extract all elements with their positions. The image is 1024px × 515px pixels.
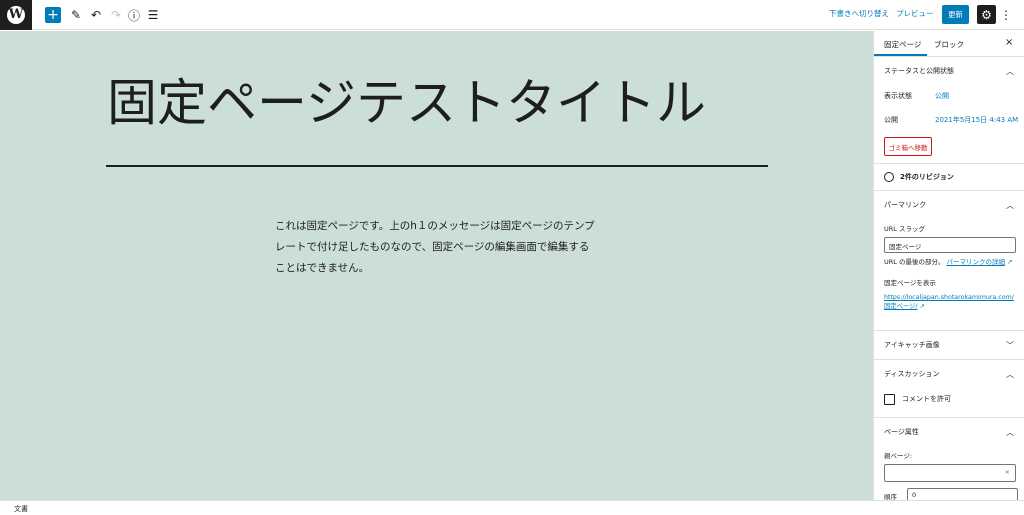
undo-icon[interactable]: ↶ <box>89 6 103 24</box>
visibility-label: 表示状態 <box>884 92 912 100</box>
sidebar-tabs: 固定ページ ブロック × <box>874 31 1024 57</box>
page-url-line2[interactable]: 固定ページ/ <box>884 303 917 310</box>
tab-page[interactable]: 固定ページ <box>874 39 928 56</box>
revisions-link[interactable]: 2件のリビジョン <box>874 164 1024 190</box>
more-options-icon[interactable]: ⋮ <box>1000 6 1012 24</box>
featured-image-panel: アイキャッチ画像 ﹀ <box>874 331 1024 360</box>
page-attributes-heading[interactable]: ページ属性 <box>874 418 1024 446</box>
editor-canvas: 固定ページテストタイトル これは固定ページです。上のh１のメッセージは固定ページ… <box>0 31 873 500</box>
paragraph-block[interactable]: これは固定ページです。上のh１のメッセージは固定ページのテンプ レートで付け足し… <box>275 216 605 279</box>
permalink-details-link[interactable]: パーマリンクの詳細 <box>947 258 1006 266</box>
featured-image-heading[interactable]: アイキャッチ画像 <box>874 331 1024 359</box>
url-slug-input[interactable]: 固定ページ <box>884 237 1016 253</box>
url-slug-label: URL スラッグ <box>884 225 925 233</box>
preview-button[interactable]: プレビュー <box>896 8 934 19</box>
switch-to-draft-button[interactable]: 下書きへ切り替え <box>829 8 889 19</box>
visibility-row: 表示状態 公開 <box>874 85 1024 109</box>
update-button[interactable]: 更新 <box>942 5 969 24</box>
add-block-button[interactable]: + <box>45 7 61 23</box>
settings-sidebar: 固定ページ ブロック × ステータスと公開状態 ︿ 表示状態 公開 公開 202… <box>873 31 1024 500</box>
url-slug-help-text: URL の最後の部分。 <box>884 258 945 266</box>
breadcrumb-document[interactable]: 文書 <box>14 505 28 513</box>
paragraph-line: ことはできません。 <box>275 262 370 274</box>
revisions-label: 2件のリビジョン <box>900 173 954 181</box>
settings-gear-icon[interactable]: ⚙ <box>977 5 996 24</box>
discussion-panel: ディスカッション ︿ コメントを許可 <box>874 360 1024 418</box>
info-icon[interactable]: ⓘ <box>127 6 141 24</box>
move-to-trash-button[interactable]: ゴミ箱へ移動 <box>884 137 932 156</box>
paragraph-line: これは固定ページです。上のh１のメッセージは固定ページのテンプ <box>275 220 595 232</box>
visibility-value[interactable]: 公開 <box>935 91 949 101</box>
chevron-up-icon[interactable]: ︿ <box>1006 369 1014 380</box>
wordpress-logo-icon[interactable]: W <box>0 0 32 30</box>
publish-date[interactable]: 2021年5月15日 4:43 AM <box>935 115 1018 125</box>
chevron-down-icon[interactable]: ﹀ <box>1006 340 1014 351</box>
external-link-icon: ↗ <box>1007 258 1013 266</box>
chevron-up-icon[interactable]: ︿ <box>1006 66 1014 77</box>
paragraph-line: レートで付け足したものなので、固定ページの編集画面で編集する <box>275 241 590 253</box>
allow-comments-label: コメントを許可 <box>902 395 951 403</box>
order-row: 順序 0 <box>874 488 1024 500</box>
view-page-label: 固定ページを表示 <box>884 279 936 287</box>
tab-block[interactable]: ブロック <box>934 39 964 50</box>
permalink-heading[interactable]: パーマリンク <box>874 191 1024 219</box>
order-label: 順序 <box>884 492 897 501</box>
page-title[interactable]: 固定ページテストタイトル <box>107 63 706 135</box>
history-icon <box>884 172 894 182</box>
permalink-panel: パーマリンク ︿ URL スラッグ 固定ページ URL の最後の部分。 パーマリ… <box>874 191 1024 331</box>
close-icon[interactable]: × <box>1005 37 1013 48</box>
block-breadcrumb: 文書 <box>0 500 1024 515</box>
allow-comments-checkbox[interactable] <box>884 393 895 405</box>
external-link-icon: ↗ <box>919 303 925 310</box>
clear-icon[interactable]: × <box>1005 468 1010 476</box>
chevron-up-icon[interactable]: ︿ <box>1006 200 1014 211</box>
order-input[interactable]: 0 <box>907 488 1018 500</box>
parent-page-select[interactable]: × <box>884 464 1016 482</box>
url-slug-help: URL の最後の部分。 パーマリンクの詳細 ↗ <box>874 258 1024 267</box>
page-attributes-panel: ページ属性 ︿ 親ページ: × 順序 0 <box>874 418 1024 500</box>
publish-row: 公開 2021年5月15日 4:43 AM <box>874 109 1024 133</box>
top-toolbar: W + ✎ ↶ ↷ ⓘ ☰ 下書きへ切り替え プレビュー 更新 ⚙ ⋮ <box>0 0 1024 30</box>
publish-label: 公開 <box>884 116 898 124</box>
pencil-icon[interactable]: ✎ <box>69 6 83 24</box>
discussion-heading[interactable]: ディスカッション <box>874 360 1024 388</box>
status-panel-heading[interactable]: ステータスと公開状態 <box>874 57 1024 85</box>
parent-page-label: 親ページ: <box>884 452 913 460</box>
title-separator <box>106 165 768 167</box>
page-url-link[interactable]: https://localjapan.shotarokamimura.com/ … <box>874 293 1024 311</box>
redo-icon[interactable]: ↷ <box>109 6 123 24</box>
chevron-up-icon[interactable]: ︿ <box>1006 427 1014 438</box>
status-panel: ステータスと公開状態 ︿ 表示状態 公開 公開 2021年5月15日 4:43 … <box>874 57 1024 164</box>
list-view-icon[interactable]: ☰ <box>146 6 160 24</box>
page-url-line1[interactable]: https://localjapan.shotarokamimura.com/ <box>884 294 1014 301</box>
allow-comments-row: コメントを許可 <box>874 388 1024 410</box>
revisions-panel: 2件のリビジョン <box>874 164 1024 191</box>
